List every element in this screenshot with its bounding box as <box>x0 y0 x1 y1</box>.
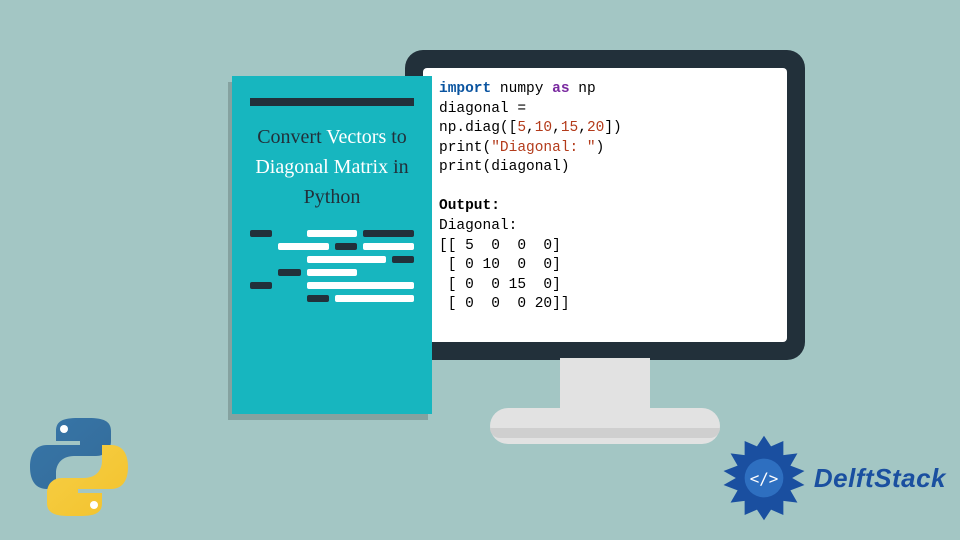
output-line: [ 0 10 0 0] <box>439 257 561 273</box>
output-line: [ 0 0 0 20]] <box>439 296 570 312</box>
card-title: Convert Vectors to Diagonal Matrix in Py… <box>250 122 414 212</box>
bar <box>250 230 272 237</box>
monitor-base <box>490 408 720 444</box>
output-label: Output: <box>439 198 500 214</box>
code-block: import numpy as np diagonal = np.diag([5… <box>439 80 771 315</box>
output-line: [ 0 0 15 0] <box>439 277 561 293</box>
code-text: numpy <box>491 81 552 97</box>
python-logo-icon <box>24 412 134 522</box>
bar <box>392 256 414 263</box>
title-card: Convert Vectors to Diagonal Matrix in Py… <box>232 76 432 414</box>
code-number: 5 <box>517 120 526 136</box>
bar-gap <box>278 282 300 289</box>
code-text: print( <box>439 140 491 156</box>
code-text: , <box>578 120 587 136</box>
bar <box>307 295 329 302</box>
output-line: [[ 5 0 0 0] <box>439 238 561 254</box>
code-text: np.diag([ <box>439 120 517 136</box>
keyword-as: as <box>552 81 569 97</box>
svg-text:</>: </> <box>750 469 779 488</box>
bar-gap <box>250 295 301 302</box>
code-text: np <box>570 81 596 97</box>
code-number: 15 <box>561 120 578 136</box>
code-text: print(diagonal) <box>439 159 570 175</box>
code-text: , <box>552 120 561 136</box>
bar-gap <box>250 243 272 250</box>
bar <box>335 243 357 250</box>
keyword-import: import <box>439 81 491 97</box>
card-stripe <box>250 98 414 106</box>
bar-gap <box>250 256 301 263</box>
brand-badge: </> DelftStack <box>720 434 946 522</box>
code-string: "Diagonal: " <box>491 140 595 156</box>
delftstack-logo-icon: </> <box>720 434 808 522</box>
bar <box>307 230 358 237</box>
bar <box>278 243 329 250</box>
desktop-monitor: import numpy as np diagonal = np.diag([5… <box>405 50 805 360</box>
decorative-bars <box>250 230 414 302</box>
bar <box>335 295 414 302</box>
bar <box>307 282 414 289</box>
code-text: , <box>526 120 535 136</box>
bar-gap <box>363 269 414 276</box>
title-highlight: Vectors <box>326 126 386 148</box>
code-text: ) <box>596 140 605 156</box>
code-text: diagonal = <box>439 101 526 117</box>
title-text: to <box>386 126 407 148</box>
bar <box>307 269 358 276</box>
bar <box>363 230 414 237</box>
bar-gap <box>250 269 272 276</box>
output-line: Diagonal: <box>439 218 517 234</box>
bar <box>278 269 300 276</box>
bar <box>250 282 272 289</box>
code-number: 20 <box>587 120 604 136</box>
brand-name: DelftStack <box>814 463 946 494</box>
code-text: ]) <box>604 120 621 136</box>
title-highlight: Diagonal Matrix <box>255 156 388 178</box>
monitor-bezel: import numpy as np diagonal = np.diag([5… <box>405 50 805 360</box>
monitor-stand <box>560 358 650 408</box>
monitor-screen: import numpy as np diagonal = np.diag([5… <box>423 68 787 342</box>
title-text: Convert <box>257 126 326 148</box>
code-number: 10 <box>535 120 552 136</box>
bar <box>363 243 414 250</box>
bar-gap <box>278 230 300 237</box>
bar <box>307 256 386 263</box>
